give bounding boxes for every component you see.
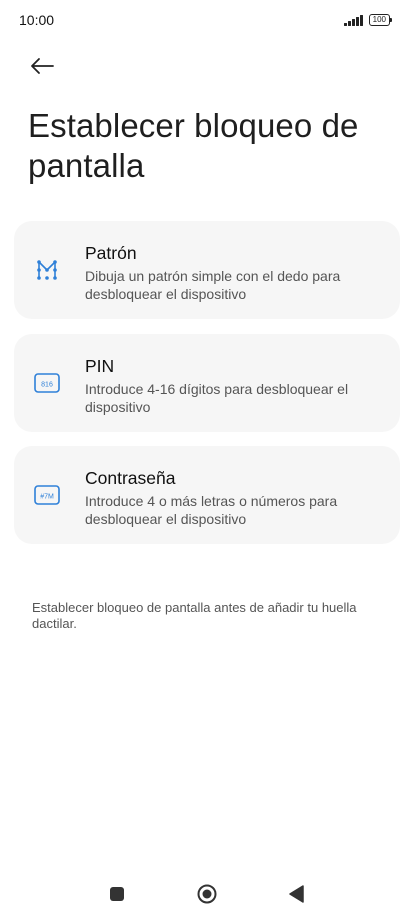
battery-level: 100: [372, 15, 386, 24]
password-icon: #7M: [34, 482, 60, 508]
password-icon-text: #7M: [40, 494, 54, 501]
circle-home-icon: [197, 884, 217, 904]
option-pattern[interactable]: Patrón Dibuja un patrón simple con el de…: [14, 221, 400, 319]
nav-back-button[interactable]: [286, 884, 306, 904]
home-button[interactable]: [197, 884, 217, 904]
square-icon: [110, 887, 124, 901]
pin-icon-text: 816: [41, 382, 53, 389]
option-title: Contraseña: [85, 468, 176, 488]
footer-note: Establecer bloqueo de pantalla antes de …: [32, 600, 357, 631]
status-bar: 10:00 100: [0, 0, 414, 40]
option-description: Introduce 4 o más letras o números para …: [85, 493, 338, 527]
option-password[interactable]: #7M Contraseña Introduce 4 o más letras …: [14, 446, 400, 544]
page-title: Establecer bloqueo de pantalla: [28, 107, 359, 184]
navigation-bar: [0, 874, 414, 914]
recents-button[interactable]: [107, 884, 127, 904]
option-title: PIN: [85, 356, 115, 376]
triangle-back-icon: [289, 885, 304, 903]
option-description: Dibuja un patrón simple con el dedo para…: [85, 268, 341, 302]
option-title: Patrón: [85, 243, 137, 263]
status-icons: 100: [344, 14, 393, 26]
option-description: Introduce 4-16 dígitos para desbloquear …: [85, 381, 349, 415]
signal-icon: [344, 14, 363, 26]
option-pin[interactable]: 816 PIN Introduce 4-16 dígitos para desb…: [14, 334, 400, 432]
back-button[interactable]: [22, 50, 62, 82]
pin-icon: 816: [34, 370, 60, 396]
battery-icon: 100: [368, 14, 393, 26]
pattern-icon: [34, 257, 60, 283]
arrow-left-icon: [31, 58, 54, 74]
status-time: 10:00: [19, 12, 55, 28]
